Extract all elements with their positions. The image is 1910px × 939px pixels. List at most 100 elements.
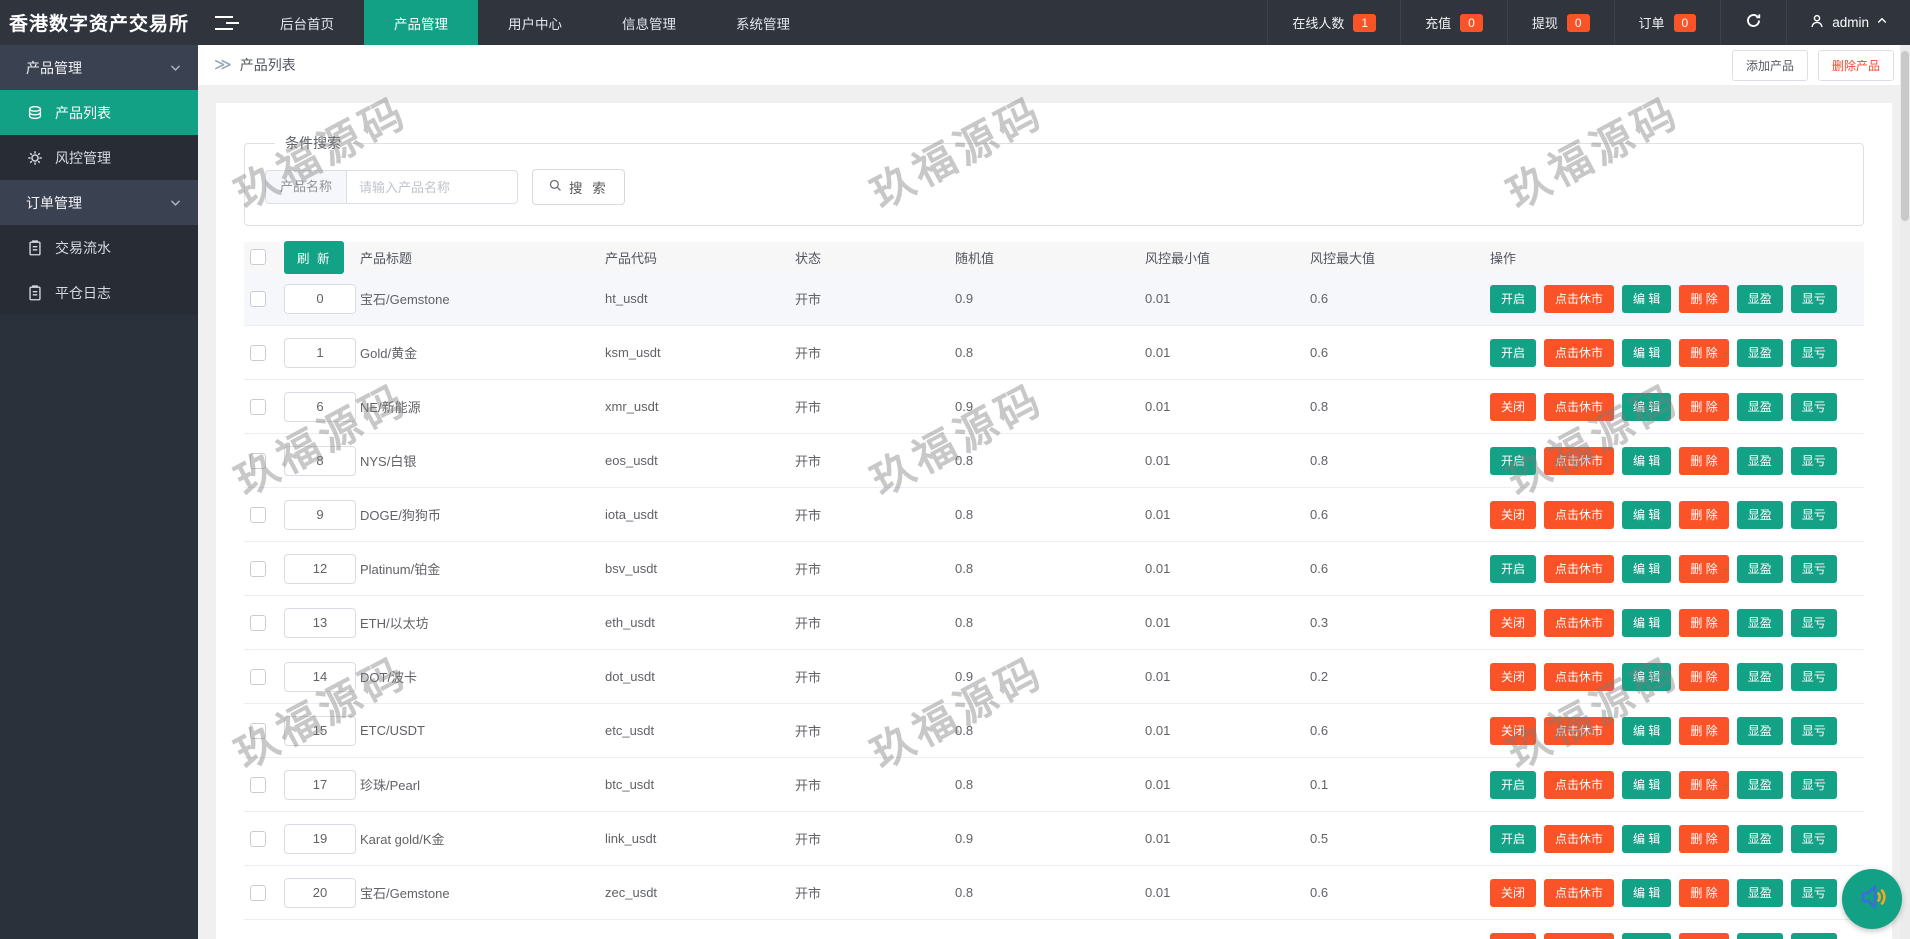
sidebar-group-products[interactable]: 产品管理 bbox=[0, 45, 198, 90]
product-id-input[interactable]: 8 bbox=[284, 446, 356, 476]
product-id-input[interactable]: 14 bbox=[284, 662, 356, 692]
product-name-input[interactable] bbox=[346, 170, 518, 204]
nav-item-users[interactable]: 用户中心 bbox=[478, 0, 592, 45]
pause-market-button[interactable]: 点击休市 bbox=[1544, 609, 1614, 637]
toggle-open-button[interactable]: 开启 bbox=[1490, 555, 1536, 583]
scrollbar-thumb[interactable] bbox=[1901, 51, 1909, 221]
edit-button[interactable]: 编 辑 bbox=[1622, 339, 1671, 367]
toggle-close-button[interactable]: 关闭 bbox=[1490, 717, 1536, 745]
pause-market-button[interactable]: 点击休市 bbox=[1544, 771, 1614, 799]
sidebar-item-risk-control[interactable]: 风控管理 bbox=[0, 135, 198, 180]
show-profit-button[interactable]: 显盈 bbox=[1737, 501, 1783, 529]
show-profit-button[interactable]: 显盈 bbox=[1737, 447, 1783, 475]
row-checkbox[interactable] bbox=[250, 291, 266, 307]
delete-button[interactable]: 删 除 bbox=[1679, 555, 1728, 583]
product-id-input[interactable]: 1 bbox=[284, 338, 356, 368]
row-checkbox[interactable] bbox=[250, 507, 266, 523]
product-id-input[interactable]: 9 bbox=[284, 500, 356, 530]
row-checkbox[interactable] bbox=[250, 723, 266, 739]
pause-market-button[interactable]: 点击休市 bbox=[1544, 879, 1614, 907]
toggle-open-button[interactable]: 开启 bbox=[1490, 285, 1536, 313]
delete-button[interactable]: 删 除 bbox=[1679, 447, 1728, 475]
show-profit-button[interactable]: 显盈 bbox=[1737, 825, 1783, 853]
product-id-input[interactable]: 19 bbox=[284, 824, 356, 854]
product-id-input[interactable]: 20 bbox=[284, 878, 356, 908]
delete-button[interactable]: 删 除 bbox=[1679, 501, 1728, 529]
refresh-table-button[interactable]: 刷 新 bbox=[284, 241, 344, 274]
product-id-input[interactable]: 0 bbox=[284, 284, 356, 314]
delete-button[interactable]: 删 除 bbox=[1679, 609, 1728, 637]
show-profit-button[interactable]: 显盈 bbox=[1737, 933, 1783, 939]
delete-button[interactable]: 删 除 bbox=[1679, 825, 1728, 853]
show-profit-button[interactable]: 显盈 bbox=[1737, 393, 1783, 421]
show-profit-button[interactable]: 显盈 bbox=[1737, 879, 1783, 907]
pause-market-button[interactable]: 点击休市 bbox=[1544, 555, 1614, 583]
toggle-close-button[interactable]: 关闭 bbox=[1490, 663, 1536, 691]
delete-product-button[interactable]: 删除产品 bbox=[1818, 50, 1894, 81]
nav-item-info[interactable]: 信息管理 bbox=[592, 0, 706, 45]
delete-button[interactable]: 删 除 bbox=[1679, 285, 1728, 313]
row-checkbox[interactable] bbox=[250, 399, 266, 415]
show-loss-button[interactable]: 显亏 bbox=[1791, 393, 1837, 421]
delete-button[interactable]: 删 除 bbox=[1679, 771, 1728, 799]
pause-market-button[interactable]: 点击休市 bbox=[1544, 393, 1614, 421]
show-profit-button[interactable]: 显盈 bbox=[1737, 339, 1783, 367]
row-checkbox[interactable] bbox=[250, 345, 266, 361]
product-id-input[interactable]: 6 bbox=[284, 392, 356, 422]
edit-button[interactable]: 编 辑 bbox=[1622, 663, 1671, 691]
pause-market-button[interactable]: 点击休市 bbox=[1544, 339, 1614, 367]
show-loss-button[interactable]: 显亏 bbox=[1791, 501, 1837, 529]
select-all-checkbox[interactable] bbox=[250, 249, 266, 265]
delete-button[interactable]: 删 除 bbox=[1679, 339, 1728, 367]
delete-button[interactable]: 删 除 bbox=[1679, 933, 1728, 939]
user-menu[interactable]: admin bbox=[1786, 0, 1910, 45]
delete-button[interactable]: 删 除 bbox=[1679, 663, 1728, 691]
show-profit-button[interactable]: 显盈 bbox=[1737, 609, 1783, 637]
sound-toggle-button[interactable] bbox=[1842, 869, 1902, 929]
search-button[interactable]: 搜 索 bbox=[532, 169, 625, 205]
show-loss-button[interactable]: 显亏 bbox=[1791, 447, 1837, 475]
toggle-open-button[interactable]: 开启 bbox=[1490, 339, 1536, 367]
product-id-input[interactable]: 12 bbox=[284, 554, 356, 584]
row-checkbox[interactable] bbox=[250, 831, 266, 847]
product-id-input[interactable]: 15 bbox=[284, 716, 356, 746]
row-checkbox[interactable] bbox=[250, 885, 266, 901]
show-loss-button[interactable]: 显亏 bbox=[1791, 285, 1837, 313]
scrollbar-track[interactable] bbox=[1900, 45, 1910, 939]
toggle-close-button[interactable]: 关闭 bbox=[1490, 933, 1536, 939]
nav-item-products[interactable]: 产品管理 bbox=[364, 0, 478, 45]
edit-button[interactable]: 编 辑 bbox=[1622, 555, 1671, 583]
toggle-close-button[interactable]: 关闭 bbox=[1490, 609, 1536, 637]
row-checkbox[interactable] bbox=[250, 669, 266, 685]
refresh-page-button[interactable] bbox=[1720, 0, 1786, 45]
edit-button[interactable]: 编 辑 bbox=[1622, 285, 1671, 313]
row-checkbox[interactable] bbox=[250, 615, 266, 631]
pause-market-button[interactable]: 点击休市 bbox=[1544, 933, 1614, 939]
show-loss-button[interactable]: 显亏 bbox=[1791, 933, 1837, 939]
show-loss-button[interactable]: 显亏 bbox=[1791, 555, 1837, 583]
toggle-close-button[interactable]: 关闭 bbox=[1490, 501, 1536, 529]
edit-button[interactable]: 编 辑 bbox=[1622, 717, 1671, 745]
pause-market-button[interactable]: 点击休市 bbox=[1544, 501, 1614, 529]
nav-item-dashboard[interactable]: 后台首页 bbox=[250, 0, 364, 45]
show-profit-button[interactable]: 显盈 bbox=[1737, 663, 1783, 691]
add-product-button[interactable]: 添加产品 bbox=[1732, 50, 1808, 81]
edit-button[interactable]: 编 辑 bbox=[1622, 501, 1671, 529]
pause-market-button[interactable]: 点击休市 bbox=[1544, 447, 1614, 475]
stat-deposits[interactable]: 充值 0 bbox=[1400, 0, 1507, 45]
toggle-close-button[interactable]: 关闭 bbox=[1490, 393, 1536, 421]
show-loss-button[interactable]: 显亏 bbox=[1791, 879, 1837, 907]
delete-button[interactable]: 删 除 bbox=[1679, 879, 1728, 907]
sidebar-toggle-button[interactable] bbox=[198, 0, 250, 45]
show-loss-button[interactable]: 显亏 bbox=[1791, 663, 1837, 691]
edit-button[interactable]: 编 辑 bbox=[1622, 933, 1671, 939]
pause-market-button[interactable]: 点击休市 bbox=[1544, 825, 1614, 853]
show-loss-button[interactable]: 显亏 bbox=[1791, 771, 1837, 799]
row-checkbox[interactable] bbox=[250, 453, 266, 469]
stat-withdrawals[interactable]: 提现 0 bbox=[1507, 0, 1614, 45]
product-id-input[interactable]: 13 bbox=[284, 608, 356, 638]
toggle-close-button[interactable]: 关闭 bbox=[1490, 879, 1536, 907]
toggle-open-button[interactable]: 开启 bbox=[1490, 825, 1536, 853]
delete-button[interactable]: 删 除 bbox=[1679, 717, 1728, 745]
toggle-open-button[interactable]: 开启 bbox=[1490, 771, 1536, 799]
